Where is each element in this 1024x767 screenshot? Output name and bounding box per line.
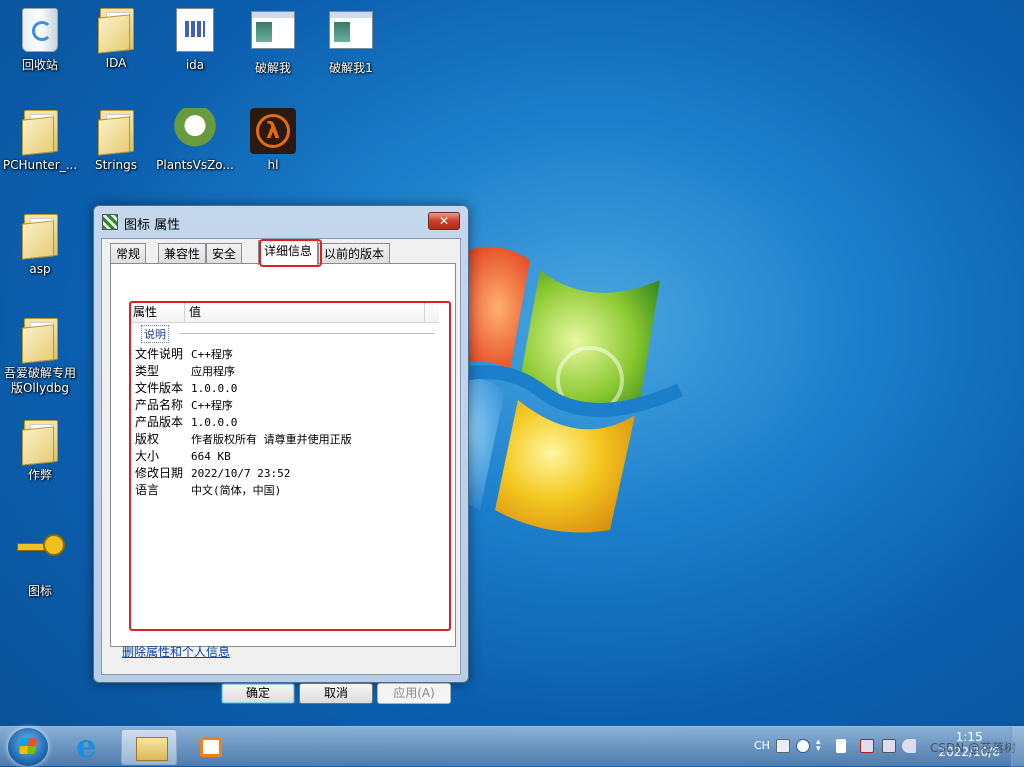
tab-compatibility[interactable]: 兼容性 xyxy=(158,243,207,264)
help-icon[interactable] xyxy=(796,739,810,753)
desktop-icon-crackme1[interactable]: 破解我1 xyxy=(312,6,390,76)
desktop-icon-label: 破解我1 xyxy=(329,61,373,75)
desktop-icon-cheat[interactable]: 作弊 xyxy=(1,418,79,483)
internet-explorer-icon[interactable] xyxy=(62,727,118,765)
media-player-icon[interactable] xyxy=(182,729,238,765)
desktop-icon-crackme[interactable]: 破解我 xyxy=(234,6,312,76)
apply-button[interactable]: 应用(A) xyxy=(377,683,451,704)
ok-button[interactable]: 确定 xyxy=(221,683,295,704)
watermark-text: CSDN @花落树 xyxy=(929,741,1016,755)
desktop-icon-recycle-bin[interactable]: 回收站 xyxy=(1,6,79,73)
properties-dialog: 图标 属性 ✕ 常规 兼容性 安全 详细信息 以前的版本 属性 值 说明 文件说… xyxy=(93,205,469,704)
desktop-icon-pchunter[interactable]: PCHunter_... xyxy=(1,108,79,173)
desktop-icon-label: ida xyxy=(185,58,205,72)
system-tray: CH ▴ ▾ 1:15 2022/10/8 CSDN @花落树 xyxy=(748,727,1024,767)
tab-security[interactable]: 安全 xyxy=(206,243,243,264)
action-center-icon[interactable] xyxy=(860,739,874,753)
desktop-icon-label: IDA xyxy=(105,56,127,70)
desktop-icon-tubiao[interactable]: 图标 xyxy=(1,522,79,599)
desktop-icon-ida[interactable]: ida xyxy=(156,6,234,73)
tab-previous-versions[interactable]: 以前的版本 xyxy=(318,243,391,264)
tab-highlight-box xyxy=(259,239,322,267)
list-highlight-box xyxy=(129,301,451,631)
file-explorer-icon[interactable] xyxy=(121,729,177,765)
desktop-icon-asp[interactable]: asp xyxy=(1,212,79,277)
desktop-icon-ollydbg[interactable]: 吾爱破解专用 版Ollydbg xyxy=(0,316,81,396)
taskbar: CH ▴▾ 1:15 2022/10/8 CSDN @花落树 xyxy=(0,726,1024,767)
plants-icon xyxy=(173,108,217,152)
start-button[interactable] xyxy=(8,728,48,766)
details-panel: 属性 值 说明 文件说明 C++程序 类型 应用程序 文件版本 1.0.0.0 产品名… xyxy=(110,263,456,647)
folder-icon xyxy=(20,316,60,364)
input-language[interactable]: CH xyxy=(754,739,770,752)
folder-icon xyxy=(96,6,136,54)
remove-properties-link[interactable]: 删除属性和个人信息 xyxy=(122,643,230,660)
dialog-client: 常规 兼容性 安全 详细信息 以前的版本 属性 值 说明 文件说明 C++程序 类… xyxy=(101,238,461,704)
desktop-icon-plantsvszombies[interactable]: PlantsVsZo... xyxy=(156,108,234,173)
half-life-icon: λ xyxy=(250,108,296,154)
app-icon xyxy=(102,214,118,230)
cancel-button[interactable]: 取消 xyxy=(299,683,373,704)
keyboard-icon[interactable] xyxy=(776,739,790,753)
folder-icon xyxy=(20,108,60,156)
desktop-icon-label: 图标 xyxy=(27,584,52,598)
desktop-icon-ida-folder[interactable]: IDA xyxy=(77,6,155,71)
tab-general[interactable]: 常规 xyxy=(110,243,147,264)
window-app-icon xyxy=(251,11,295,49)
desktop-icon-label: hl xyxy=(267,158,279,172)
volume-icon[interactable] xyxy=(902,739,916,753)
show-desktop-button[interactable] xyxy=(1011,727,1024,767)
folder-icon xyxy=(96,108,136,156)
desktop-icon-strings[interactable]: Strings xyxy=(77,108,155,173)
dialog-titlebar[interactable]: 图标 属性 ✕ xyxy=(94,206,468,238)
desktop-icon-label: 破解我 xyxy=(254,61,291,75)
folder-icon xyxy=(20,212,60,260)
desktop-icon-label: 吾爱破解专用 版Ollydbg xyxy=(3,366,76,395)
desktop-icon-label: PCHunter_... xyxy=(2,158,78,172)
desktop-icon-label: asp xyxy=(29,262,51,276)
windows-logo-wallpaper xyxy=(440,246,683,533)
chevron-up-icon[interactable]: ▴ ▾ xyxy=(816,738,824,754)
window-app-icon xyxy=(329,11,373,49)
desktop-icon-label: 回收站 xyxy=(21,58,58,72)
shortcut-icon xyxy=(176,8,214,52)
desktop-icon-hl[interactable]: λ hl xyxy=(234,108,312,173)
recycle-bin-icon xyxy=(22,8,58,52)
desktop-icon-label: 作弊 xyxy=(27,468,52,482)
desktop-icon-label: Strings xyxy=(94,158,138,172)
desktop-icon-label: PlantsVsZo... xyxy=(156,158,234,172)
key-icon xyxy=(17,534,65,558)
network-icon[interactable] xyxy=(882,739,896,753)
dialog-title: 图标 属性 xyxy=(124,218,181,233)
close-button[interactable]: ✕ xyxy=(428,212,460,230)
show-hidden-icons-icon[interactable] xyxy=(836,739,846,753)
folder-icon xyxy=(20,418,60,466)
